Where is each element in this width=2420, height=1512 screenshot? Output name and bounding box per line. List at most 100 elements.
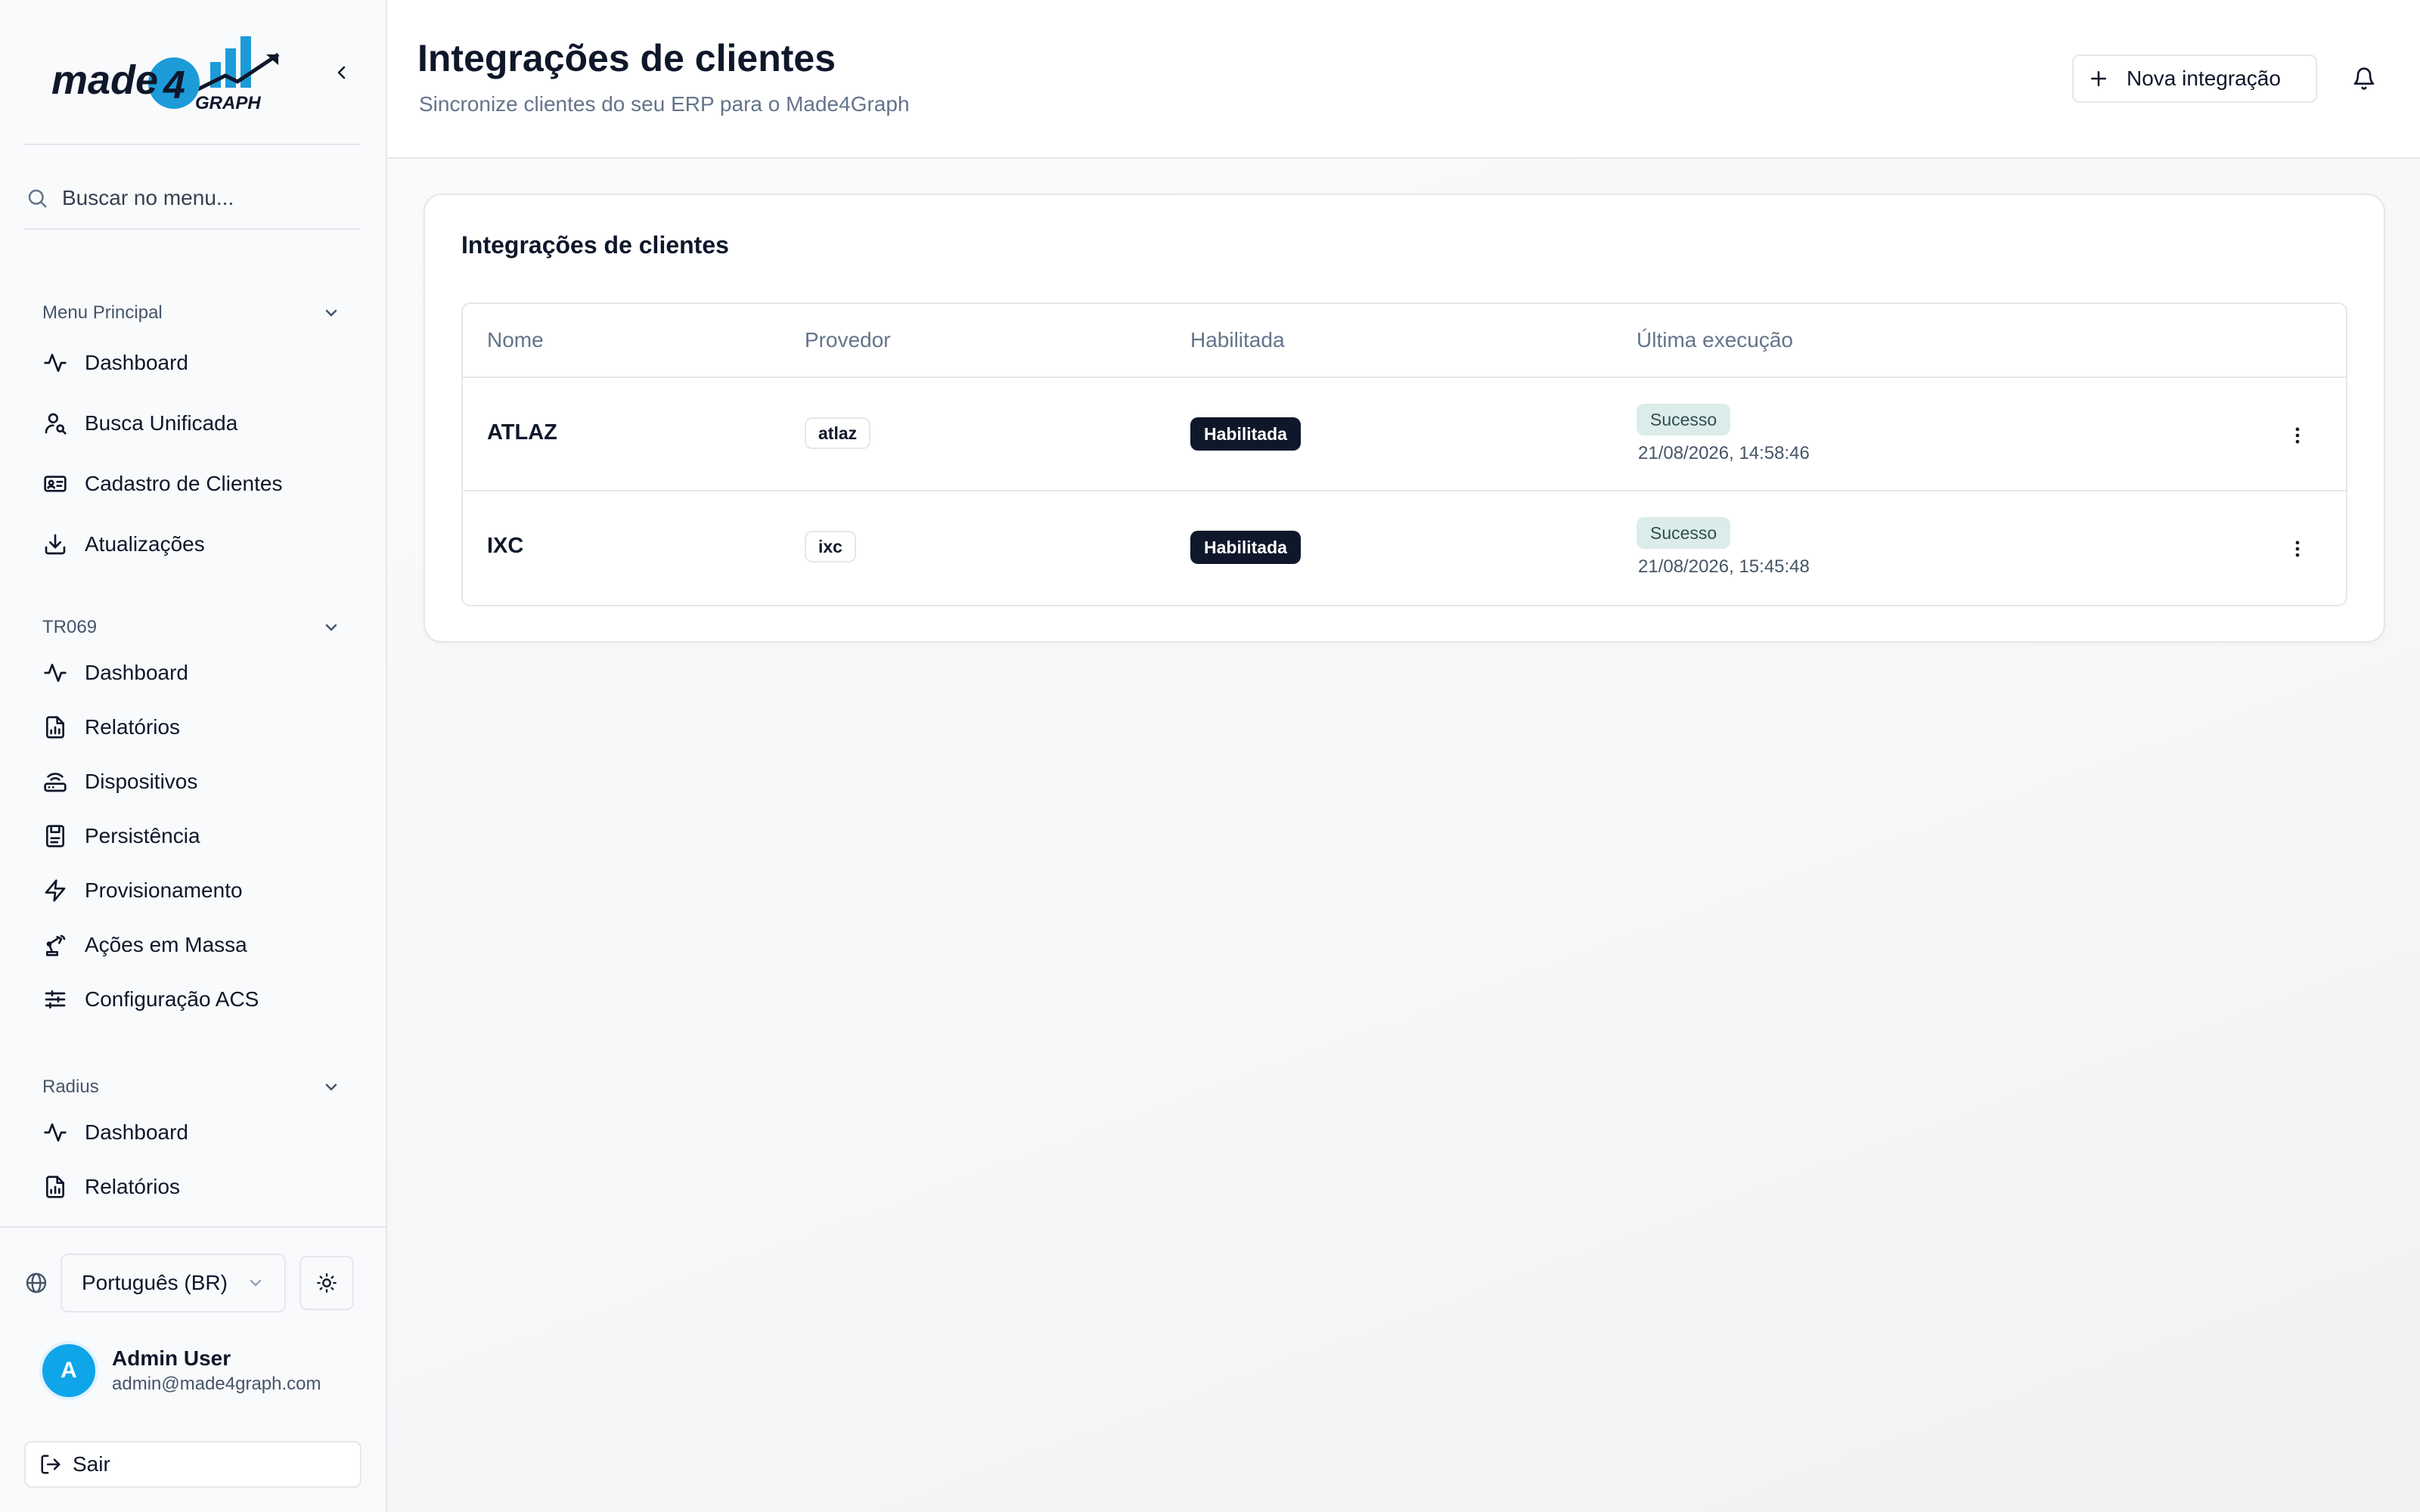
- bell-icon: [2353, 67, 2375, 90]
- logout-label: Sair: [73, 1452, 110, 1476]
- sidebar-item-atualizacoes[interactable]: Atualizações: [24, 514, 360, 575]
- integration-name: ATLAZ: [487, 420, 557, 445]
- new-integration-button[interactable]: Nova integração: [2072, 54, 2317, 103]
- sidebar-item-tr069-relatorios[interactable]: Relatórios: [24, 700, 360, 754]
- sidebar-item-label: Busca Unificada: [85, 411, 238, 435]
- last-run-timestamp: 21/08/2026, 15:45:48: [1638, 556, 1810, 577]
- svg-text:GRAPH: GRAPH: [195, 93, 261, 113]
- sidebar-item-provisionamento[interactable]: Provisionamento: [24, 863, 360, 918]
- chevron-left-icon: [337, 66, 346, 79]
- sliders-icon: [42, 987, 68, 1012]
- provider-badge: ixc: [805, 531, 856, 562]
- made4graph-logo[interactable]: 4 made GRAPH: [51, 32, 301, 115]
- sidebar-item-radius-dashboard[interactable]: Dashboard: [24, 1105, 360, 1160]
- sidebar-item-busca-unificada[interactable]: Busca Unificada: [24, 393, 360, 454]
- search-icon: [28, 189, 47, 208]
- sidebar-item-dashboard[interactable]: Dashboard: [24, 333, 360, 393]
- id-card-icon: [42, 471, 68, 497]
- sidebar: 4 made GRAPH Menu Principal Dashboard: [0, 0, 387, 1512]
- sidebar-item-tr069-dashboard[interactable]: Dashboard: [24, 646, 360, 700]
- theme-toggle-button[interactable]: [299, 1256, 354, 1310]
- sidebar-item-label: Configuração ACS: [85, 987, 259, 1011]
- main-content: Integrações de clientes Sincronize clien…: [387, 0, 2420, 1512]
- enabled-badge: Habilitada: [1190, 531, 1301, 564]
- sidebar-item-persistencia[interactable]: Persistência: [24, 809, 360, 863]
- integrations-card: Integrações de clientes Nome Provedor Ha…: [424, 194, 2385, 643]
- sidebar-item-label: Cadastro de Clientes: [85, 472, 283, 495]
- section-title: Menu Principal: [42, 302, 163, 323]
- sidebar-item-label: Provisionamento: [85, 878, 243, 902]
- page-header: Integrações de clientes Sincronize clien…: [387, 0, 2420, 159]
- user-email: admin@made4graph.com: [112, 1374, 321, 1394]
- user-profile[interactable]: A Admin User admin@made4graph.com: [39, 1341, 321, 1400]
- svg-text:made: made: [51, 57, 158, 103]
- section-header-tr069[interactable]: TR069: [24, 612, 360, 643]
- sidebar-footer: Português (BR) A Admin User admin@made4g…: [0, 1226, 386, 1512]
- section-header-menu-principal[interactable]: Menu Principal: [24, 298, 360, 328]
- sidebar-item-label: Dashboard: [85, 351, 188, 374]
- column-header-ultima-execucao[interactable]: Última execução: [1637, 328, 1793, 352]
- last-run-timestamp: 21/08/2026, 14:58:46: [1638, 443, 1810, 463]
- integration-name: IXC: [487, 534, 524, 558]
- sidebar-item-dispositivos[interactable]: Dispositivos: [24, 754, 360, 809]
- table-header: Nome Provedor Habilitada Última execução: [463, 304, 2346, 378]
- collapse-sidebar-button[interactable]: [327, 57, 357, 88]
- section-header-radius[interactable]: Radius: [24, 1072, 360, 1102]
- table-row[interactable]: ATLAZ atlaz Habilitada Sucesso 21/08/202…: [463, 378, 2346, 491]
- sidebar-item-acoes-em-massa[interactable]: Ações em Massa: [24, 918, 360, 972]
- language-row: Português (BR): [24, 1253, 354, 1312]
- sidebar-item-cadastro-clientes[interactable]: Cadastro de Clientes: [24, 454, 360, 514]
- file-chart-icon: [42, 1174, 68, 1200]
- table-row[interactable]: IXC ixc Habilitada Sucesso 21/08/2026, 1…: [463, 491, 2346, 605]
- row-actions-button[interactable]: [2279, 417, 2316, 454]
- robot-arm-icon: [42, 932, 68, 958]
- provider-badge: atlaz: [805, 417, 871, 449]
- sun-icon: [317, 1273, 337, 1293]
- logout-icon: [41, 1455, 60, 1474]
- chevron-down-icon: [250, 1279, 262, 1287]
- new-integration-label: Nova integração: [2127, 67, 2281, 90]
- nav-section-radius: Radius Dashboard Relatórios: [24, 1072, 360, 1214]
- language-label: Português (BR): [82, 1271, 228, 1294]
- globe-icon: [26, 1272, 47, 1294]
- status-badge: Sucesso: [1637, 404, 1731, 435]
- svg-text:4: 4: [163, 64, 185, 107]
- status-badge: Sucesso: [1637, 517, 1731, 549]
- section-title: TR069: [42, 617, 98, 637]
- sidebar-item-radius-relatorios[interactable]: Relatórios: [24, 1160, 360, 1214]
- enabled-badge: Habilitada: [1190, 417, 1301, 451]
- avatar: A: [39, 1341, 98, 1400]
- language-select[interactable]: Português (BR): [60, 1253, 286, 1312]
- integrations-table: Nome Provedor Habilitada Última execução…: [461, 302, 2347, 606]
- column-header-habilitada[interactable]: Habilitada: [1190, 328, 1285, 352]
- nav-section-menu-principal: Menu Principal Dashboard Busca Unificada…: [24, 298, 360, 575]
- row-actions-button[interactable]: [2279, 531, 2316, 567]
- sidebar-item-label: Persistência: [85, 824, 200, 847]
- column-header-nome[interactable]: Nome: [487, 328, 544, 352]
- chevron-down-icon: [325, 624, 337, 631]
- menu-search-input[interactable]: [62, 175, 349, 221]
- logout-button[interactable]: Sair: [24, 1441, 361, 1488]
- user-name: Admin User: [112, 1346, 231, 1370]
- plus-icon: [2091, 71, 2106, 86]
- sidebar-item-label: Dashboard: [85, 1120, 188, 1144]
- zap-icon: [42, 878, 68, 903]
- chevron-down-icon: [325, 1083, 337, 1091]
- column-header-provedor[interactable]: Provedor: [805, 328, 891, 352]
- notifications-button[interactable]: [2347, 62, 2381, 95]
- sidebar-item-configuracao-acs[interactable]: Configuração ACS: [24, 972, 360, 1027]
- page-title: Integrações de clientes: [417, 37, 836, 79]
- chevron-down-icon: [325, 309, 337, 317]
- menu-search: [24, 168, 360, 230]
- activity-icon: [42, 1120, 68, 1145]
- activity-icon: [42, 660, 68, 686]
- sidebar-item-label: Dashboard: [85, 661, 188, 684]
- sidebar-item-label: Relatórios: [85, 715, 181, 739]
- more-vertical-icon: [2295, 541, 2300, 557]
- section-title: Radius: [42, 1077, 99, 1097]
- sidebar-item-label: Relatórios: [85, 1175, 181, 1198]
- file-chart-icon: [42, 714, 68, 740]
- card-title: Integrações de clientes: [461, 231, 729, 259]
- sidebar-item-label: Ações em Massa: [85, 933, 247, 956]
- more-vertical-icon: [2295, 427, 2300, 444]
